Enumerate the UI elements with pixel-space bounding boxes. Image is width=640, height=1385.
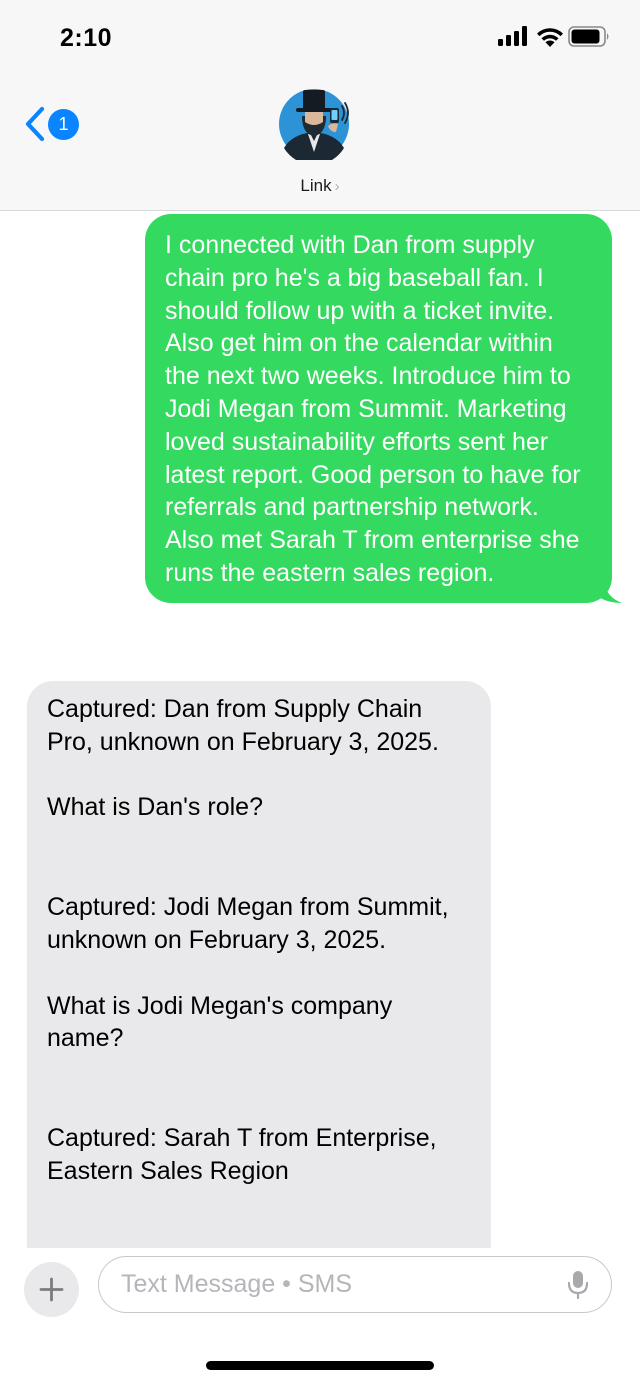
chevron-left-icon [25, 106, 45, 142]
avatar-illustration [279, 89, 349, 165]
plus-icon [39, 1277, 64, 1302]
outgoing-message-bubble[interactable]: I connected with Dan from supply chain p… [145, 214, 622, 603]
status-time: 2:10 [60, 24, 113, 52]
status-bar: 2:10 [0, 0, 640, 70]
incoming-message-bubble[interactable]: Captured: Dan from Supply Chain Pro, unk… [27, 681, 491, 1248]
wifi-icon [537, 28, 563, 47]
contact-name-row[interactable]: Link › [0, 176, 640, 196]
question-text: What is Dan's role? [47, 793, 263, 822]
message-list[interactable]: I connected with Dan from supply chain p… [0, 211, 640, 1248]
bubble-tail-icon [596, 580, 622, 603]
microphone-icon[interactable] [567, 1270, 589, 1300]
contact-avatar[interactable] [278, 86, 352, 165]
contact-name: Link [300, 176, 332, 195]
message-composer [0, 1248, 640, 1385]
capture-text: Captured: Sarah T from Enterprise, Easte… [47, 1124, 437, 1185]
capture-text: Captured: Dan from Supply Chain Pro, unk… [47, 695, 439, 756]
unread-badge: 1 [48, 109, 79, 140]
question-text: What is Jodi Megan's company name? [47, 991, 393, 1053]
cellular-signal-icon [498, 26, 527, 46]
back-button[interactable]: 1 [24, 106, 84, 146]
apps-plus-button[interactable] [24, 1262, 79, 1317]
chevron-right-icon: › [334, 178, 340, 195]
message-input[interactable] [98, 1256, 612, 1313]
home-indicator[interactable] [206, 1361, 434, 1370]
battery-icon [568, 26, 609, 47]
outgoing-message-text: I connected with Dan from supply chain p… [165, 231, 581, 587]
capture-text: Captured: Jodi Megan from Summit, unknow… [47, 893, 449, 954]
conversation-header: 1 Link › [0, 70, 640, 211]
